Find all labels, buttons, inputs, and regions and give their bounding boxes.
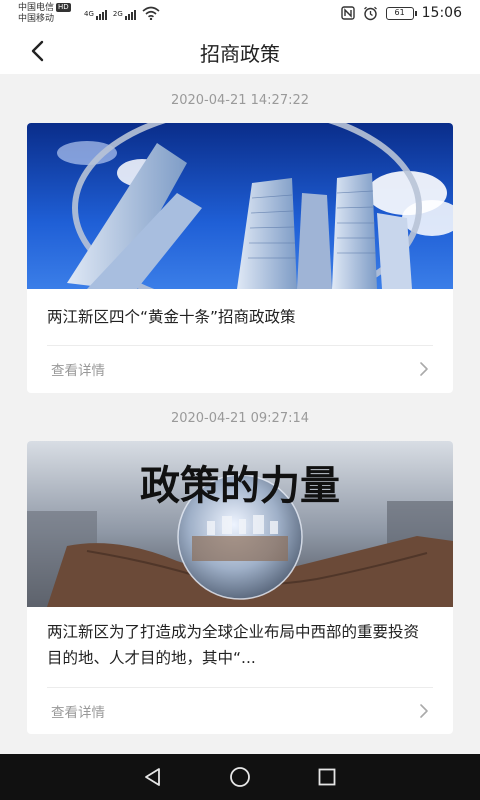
status-bar: 中国电信 HD 中国移动 4G 2G 61 15:06: [0, 0, 480, 28]
nav-recent-button[interactable]: [307, 757, 347, 797]
battery-level: 61: [394, 7, 405, 17]
square-recent-icon: [318, 768, 336, 786]
card-title: 两江新区四个“黄金十条”招商政政策: [47, 308, 296, 326]
carrier-2-label: 中国移动: [18, 14, 55, 24]
triangle-back-icon: [145, 768, 161, 786]
image-caption: 政策的力量: [140, 463, 340, 509]
item-timestamp: 2020-04-21 09:27:14: [170, 411, 310, 426]
view-details-row[interactable]: 查看详情: [27, 346, 453, 392]
network-type-2: 2G: [112, 10, 123, 18]
alarm-icon: [363, 6, 377, 20]
item-timestamp: 2020-04-21 14:27:22: [170, 93, 310, 108]
title-bar: 招商政策: [0, 28, 480, 74]
card-image-buildings: [27, 123, 453, 289]
circle-home-icon: [230, 767, 250, 787]
hd-badge: HD: [56, 3, 71, 12]
signal-icon: 2G: [113, 10, 136, 20]
signal-icon: 4G: [84, 10, 107, 20]
nav-home-button[interactable]: [220, 757, 260, 797]
chevron-right-icon: [420, 704, 428, 718]
carrier-info: 中国电信 HD 中国移动: [18, 3, 71, 25]
view-details-row[interactable]: 查看详情: [27, 688, 453, 734]
battery-icon: 61: [385, 6, 417, 20]
clock: 15:06: [421, 5, 462, 21]
carrier-1-label: 中国电信: [18, 3, 55, 13]
policy-card[interactable]: 政策的力量 两江新区为了打造成为全球企业布局中西部的重要投资目的地、人才目的地，…: [27, 441, 453, 734]
card-title: 两江新区为了打造成为全球企业布局中西部的重要投资目的地、人才目的地，其中“...: [47, 623, 420, 667]
network-type-1: 4G: [84, 10, 94, 18]
card-image-crystal-ball: 政策的力量: [27, 441, 453, 607]
nav-back-button[interactable]: [133, 757, 173, 797]
view-details-label: 查看详情: [51, 363, 105, 379]
wifi-icon: [142, 6, 160, 20]
status-right-group: 61 15:06: [340, 5, 462, 21]
view-details-label: 查看详情: [51, 705, 105, 721]
signal-indicators: 4G 2G: [84, 6, 160, 20]
page-title: 招商政策: [200, 42, 280, 66]
nfc-icon: [340, 6, 355, 20]
chevron-right-icon: [420, 362, 428, 376]
policy-card[interactable]: 两江新区四个“黄金十条”招商政政策 查看详情: [27, 123, 453, 393]
system-nav-bar: [0, 754, 480, 800]
